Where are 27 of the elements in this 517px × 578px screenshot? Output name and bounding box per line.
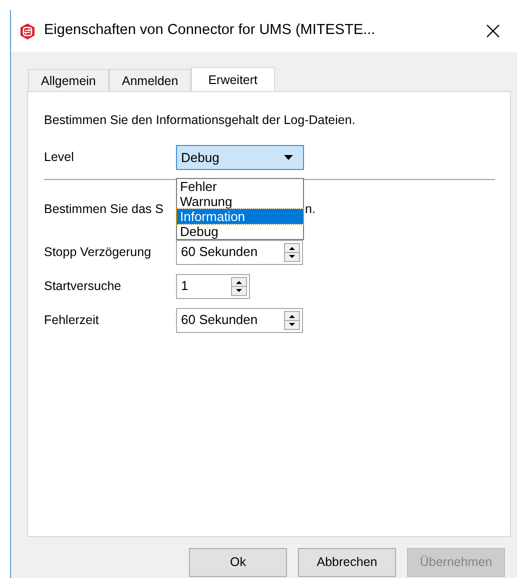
tab[interactable]: Anmelden xyxy=(108,69,192,91)
spinner-icon[interactable] xyxy=(284,242,300,262)
dropdown-option[interactable]: Information xyxy=(177,209,303,224)
field-label: Startversuche xyxy=(44,278,122,295)
spinner-icon[interactable] xyxy=(231,276,247,296)
field-label: Level xyxy=(44,148,75,166)
dropdown-option[interactable]: Debug xyxy=(177,224,303,239)
caret-icon xyxy=(284,154,293,160)
description-text: Bestimmen Sie den Informationsgehalt der Log-Dateien. xyxy=(44,112,356,129)
spinner-icon[interactable] xyxy=(284,310,300,330)
level-dropdown[interactable]: Debug xyxy=(176,144,304,170)
dialog-button[interactable]: Abbrechen xyxy=(298,548,396,577)
tab[interactable]: Allgemein xyxy=(28,69,109,91)
dropdown-option[interactable]: Fehler xyxy=(177,179,303,194)
close-icon[interactable] xyxy=(486,24,500,38)
app-icon xyxy=(19,22,36,40)
dropdown-option[interactable]: Warnung xyxy=(177,194,303,209)
spin-field[interactable]: 1 xyxy=(176,274,250,298)
spin-field[interactable]: 60 Sekunden xyxy=(176,240,303,264)
dialog-button[interactable]: Ok xyxy=(189,548,287,577)
description-text: Bestimmen Sie das S xyxy=(44,200,164,218)
field-label: Fehlerzeit xyxy=(44,312,100,329)
description-text: n. xyxy=(305,200,316,218)
tab[interactable]: Erweitert xyxy=(191,67,275,92)
field-label: Stopp Verzögerung xyxy=(44,244,152,261)
window-title: Eigenschaften von Connector for UMS (MITESTE... xyxy=(44,21,376,40)
spin-field[interactable]: 60 Sekunden xyxy=(176,308,303,332)
